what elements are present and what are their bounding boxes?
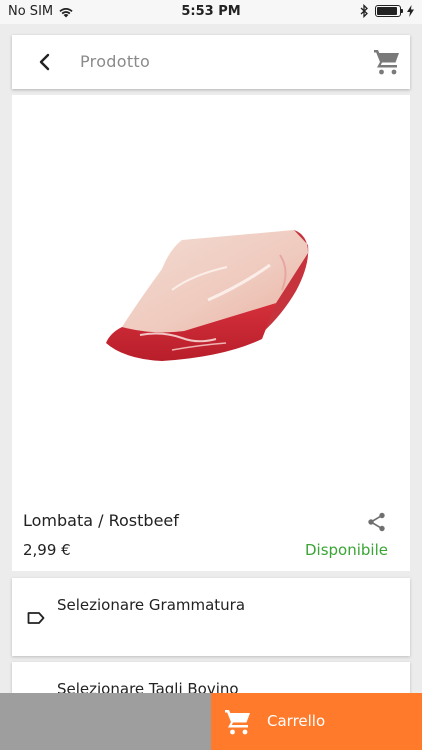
tag-icon <box>27 612 45 624</box>
product-name: Lombata / Rostbeef <box>23 511 179 530</box>
availability-status: Disponibile <box>305 541 388 559</box>
cart-icon <box>225 710 250 735</box>
charging-bolt-icon <box>407 5 414 17</box>
status-right <box>360 4 414 18</box>
cart-button[interactable] <box>372 47 402 77</box>
share-button[interactable] <box>366 511 388 533</box>
status-bar: No SIM 5:53 PM <box>0 0 422 24</box>
chevron-left-icon <box>39 53 50 71</box>
product-card: Lombata / Rostbeef 2,99 € Disponibile <box>12 95 410 571</box>
share-icon <box>368 512 385 532</box>
cart-label: Carrello <box>267 712 326 730</box>
battery-icon <box>375 5 403 17</box>
cart-checkout-button[interactable]: Carrello <box>211 693 422 750</box>
bottom-bar: Carrello <box>0 693 422 750</box>
bluetooth-icon <box>360 4 368 18</box>
grammatura-label: Selezionare Grammatura <box>57 596 246 614</box>
product-image <box>106 230 309 361</box>
select-grammatura-option[interactable]: Selezionare Grammatura <box>12 578 410 656</box>
app-bar: Prodotto <box>12 35 410 89</box>
bottom-bar-left <box>0 693 211 750</box>
page-title: Prodotto <box>80 52 151 71</box>
product-price: 2,99 € <box>23 541 71 559</box>
status-time: 5:53 PM <box>181 4 241 19</box>
battery-level-fill <box>377 7 397 15</box>
back-button[interactable] <box>34 51 56 73</box>
cart-icon <box>374 50 399 75</box>
